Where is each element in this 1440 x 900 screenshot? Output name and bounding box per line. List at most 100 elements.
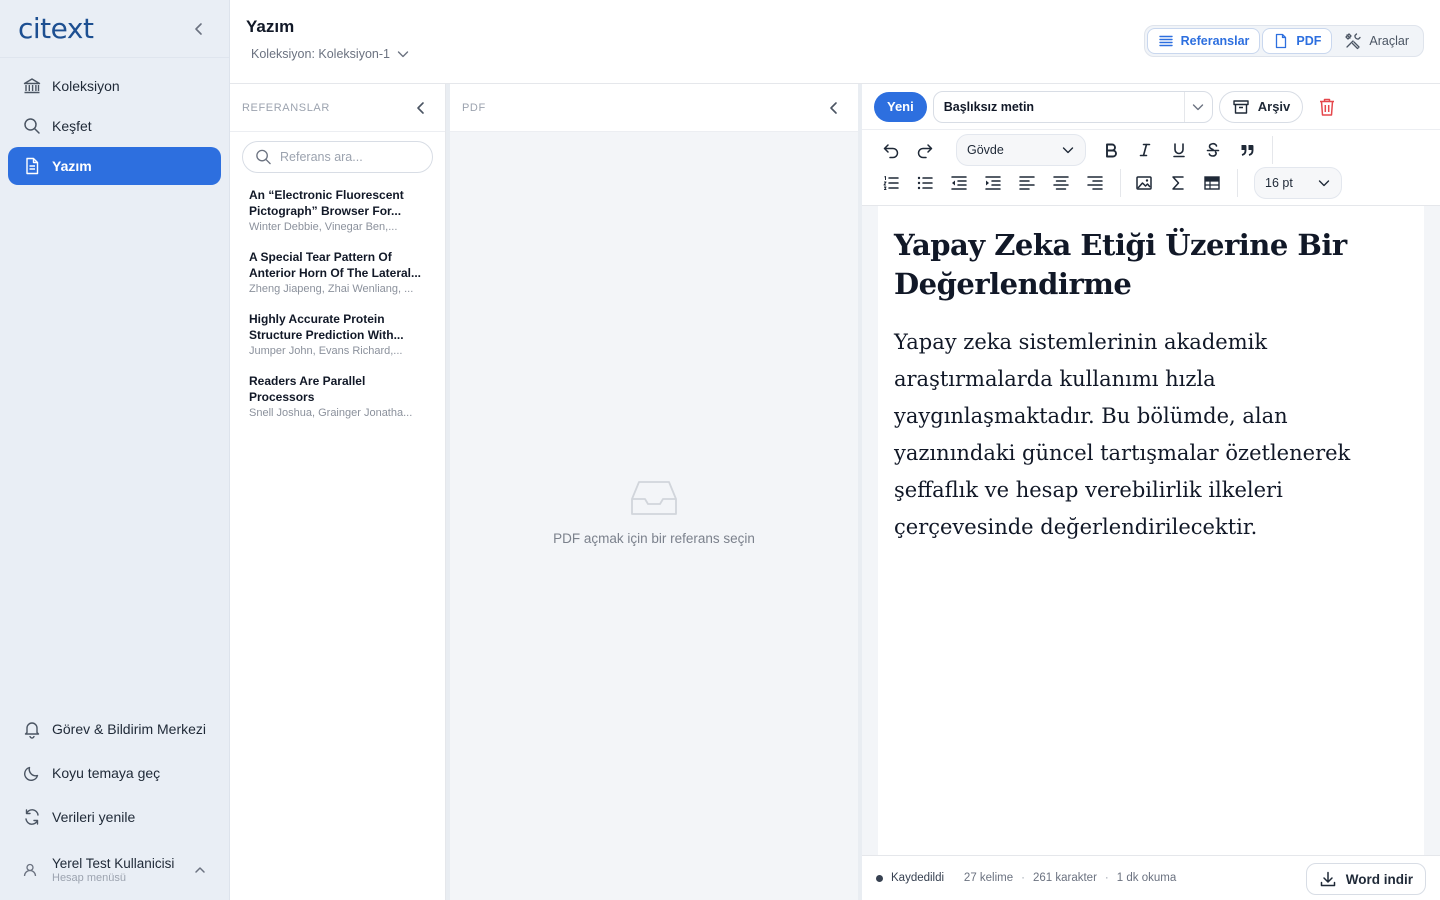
pdf-panel: PDF PDF açmak için bir referans seçin: [450, 84, 858, 900]
collapse-pdf-button[interactable]: [822, 96, 846, 120]
toggle-pdf-button[interactable]: PDF: [1262, 28, 1333, 54]
reference-search-input[interactable]: [280, 150, 420, 164]
sidebar-bottom: Görev & Bildirim Merkezi Koyu temaya geç…: [8, 708, 221, 900]
user-info: Yerel Test Kullanicisi Hesap menüsü: [52, 856, 193, 884]
pdf-empty-state: PDF açmak için bir referans seçin: [450, 479, 858, 546]
search-icon: [256, 149, 271, 165]
outdent-icon: [951, 176, 967, 190]
redo-icon: [917, 144, 933, 159]
paragraph-style-value: Gövde: [967, 143, 1004, 157]
chevron-left-icon: [417, 101, 424, 114]
reference-authors: Snell Joshua, Grainger Jonatha...: [249, 407, 413, 419]
quote-button[interactable]: [1234, 137, 1260, 163]
sidebar-item-koleksiyon[interactable]: Koleksiyon: [8, 67, 221, 105]
status-separator: ·: [1104, 872, 1109, 884]
list-item[interactable]: A Special Tear Pattern Of Anterior Horn …: [249, 249, 426, 295]
document-title[interactable]: Yapay Zeka Etiği Üzerine Bir Değerlendir…: [894, 226, 1408, 304]
download-word-label: Word indir: [1345, 871, 1413, 887]
archive-button[interactable]: Arşiv: [1218, 90, 1304, 123]
paragraph-style-select[interactable]: Gövde: [956, 134, 1086, 166]
bell-icon: [24, 722, 40, 739]
document-selector-chevron[interactable]: [1183, 91, 1212, 122]
reference-authors: Winter Debbie, Vinegar Ben,...: [249, 221, 398, 233]
inbox-icon: [631, 481, 677, 515]
collection-selector[interactable]: Koleksiyon: Koleksiyon-1: [251, 47, 410, 61]
chevron-down-icon: [1318, 180, 1330, 187]
tools-icon: [1345, 33, 1362, 50]
new-document-button[interactable]: Yeni: [874, 91, 927, 122]
sidebar-item-label: Yazım: [52, 158, 92, 174]
chevron-left-icon: [830, 101, 837, 114]
app-logo[interactable]: citext: [18, 12, 94, 45]
view-toggle-group: Referanslar PDF Araçlar: [1143, 25, 1424, 57]
quote-icon: [1241, 145, 1254, 156]
font-size-value: 16 pt: [1265, 176, 1293, 190]
pdf-title: PDF: [462, 101, 486, 114]
list-item[interactable]: Highly Accurate Protein Structure Predic…: [249, 311, 426, 357]
toggle-pdf-label: PDF: [1296, 34, 1322, 48]
toolbar-row-2: 16 pt: [878, 167, 1342, 199]
font-size-select[interactable]: 16 pt: [1254, 167, 1342, 199]
bullet-list-button[interactable]: [912, 170, 938, 196]
chevron-left-icon: [195, 22, 202, 35]
reference-title: An “Electronic Fluorescent Pictograph” B…: [249, 188, 404, 218]
align-center-icon: [1053, 176, 1069, 190]
align-left-button[interactable]: [1014, 170, 1040, 196]
insert-image-button[interactable]: [1131, 170, 1157, 196]
ordered-list-button[interactable]: [878, 170, 904, 196]
collapse-references-button[interactable]: [409, 96, 433, 120]
insert-table-button[interactable]: [1199, 170, 1225, 196]
align-right-icon: [1087, 176, 1103, 190]
formatting-toolbar: Gövde 16 pt: [862, 130, 1440, 206]
status-bar: Kaydedildi · 27 kelime · 261 karakter · …: [862, 855, 1440, 900]
toggle-tools-button[interactable]: Araçlar: [1334, 28, 1419, 54]
strikethrough-button[interactable]: [1200, 137, 1226, 163]
sidebar-item-refresh[interactable]: Verileri yenile: [8, 796, 221, 838]
sigma-icon: [1172, 176, 1184, 190]
document-selector[interactable]: Başlıksız metin: [932, 90, 1213, 123]
reference-title: A Special Tear Pattern Of Anterior Horn …: [249, 250, 422, 280]
sidebar-item-kesfet[interactable]: Keşfet: [8, 107, 221, 145]
document-body[interactable]: Yapay zeka sistemlerinin akademik araştı…: [894, 324, 1408, 546]
refresh-icon: [25, 809, 39, 825]
references-title: REFERANSLAR: [242, 101, 330, 114]
indent-button[interactable]: [980, 170, 1006, 196]
bold-button[interactable]: [1098, 137, 1124, 163]
align-center-button[interactable]: [1048, 170, 1074, 196]
list-item[interactable]: Readers Are Parallel Processors Snell Jo…: [249, 373, 426, 419]
indent-icon: [985, 176, 1001, 190]
top-header: Yazım Koleksiyon: Koleksiyon-1 Referansl…: [230, 0, 1440, 84]
reference-search[interactable]: [242, 141, 433, 173]
toggle-references-button[interactable]: Referanslar: [1146, 28, 1261, 54]
underline-icon: [1173, 143, 1185, 158]
sidebar-nav: Koleksiyon Keşfet Yazım: [0, 58, 229, 185]
account-menu[interactable]: Yerel Test Kullanicisi Hesap menüsü: [8, 840, 221, 900]
word-count: 27 kelime: [963, 872, 1014, 884]
italic-icon: [1139, 143, 1151, 157]
references-header: REFERANSLAR: [230, 84, 445, 132]
sidebar-item-dark-theme[interactable]: Koyu temaya geç: [8, 752, 221, 794]
toggle-tools-label: Araçlar: [1369, 34, 1409, 48]
table-icon: [1204, 176, 1220, 190]
delete-document-button[interactable]: [1315, 95, 1339, 119]
outdent-button[interactable]: [946, 170, 972, 196]
italic-button[interactable]: [1132, 137, 1158, 163]
undo-button[interactable]: [878, 137, 904, 163]
sidebar-item-notifications[interactable]: Görev & Bildirim Merkezi: [8, 708, 221, 750]
list-item[interactable]: An “Electronic Fluorescent Pictograph” B…: [249, 187, 426, 233]
user-icon: [23, 863, 37, 877]
sidebar-item-yazim[interactable]: Yazım: [8, 147, 221, 185]
logo-row: citext: [0, 0, 229, 58]
toolbar-divider: [1272, 136, 1273, 164]
archive-icon: [1233, 99, 1249, 114]
insert-formula-button[interactable]: [1165, 170, 1191, 196]
align-right-button[interactable]: [1082, 170, 1108, 196]
download-word-button[interactable]: Word indir: [1305, 863, 1426, 895]
document-name: Başlıksız metin: [943, 99, 1035, 114]
collapse-sidebar-button[interactable]: [187, 17, 211, 41]
bullet-list-icon: [917, 176, 933, 190]
document-page[interactable]: Yapay Zeka Etiği Üzerine Bir Değerlendir…: [878, 206, 1424, 855]
redo-button[interactable]: [912, 137, 938, 163]
underline-button[interactable]: [1166, 137, 1192, 163]
list-icon: [1158, 35, 1173, 47]
